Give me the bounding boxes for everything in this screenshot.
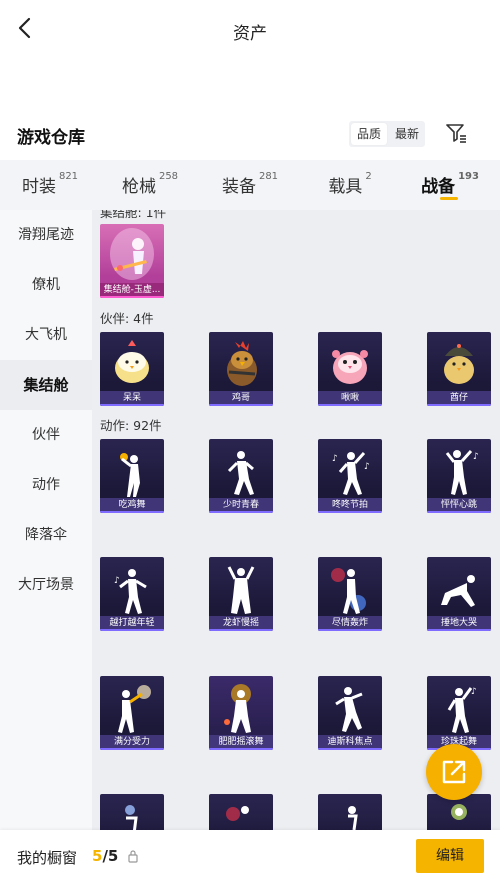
sidebar: 滑翔尾迹 僚机 大飞机 集结舱 伙伴 动作 降落伞 大厅场景: [0, 210, 92, 830]
dancer-icon: [348, 806, 358, 830]
dancer-icon: [125, 805, 138, 830]
section-label-partner: 伙伴: 4件: [100, 311, 154, 326]
item-card-emote[interactable]: ♪ ♪ 咚咚节拍: [318, 439, 382, 513]
item-card-emote[interactable]: ♪ 珍珠起舞: [427, 676, 491, 750]
showcase-label: 我的橱窗: [17, 849, 78, 867]
active-tab-indicator: [440, 197, 458, 200]
item-grid: 集结舱: 1件 集结舱-玉虚... 伙伴: 4件 呆呆 鸡哥 啾啾 酋仔 动作:…: [92, 210, 500, 830]
section-label-emote: 动作: 92件: [100, 418, 162, 433]
item-card-emote[interactable]: 尽情轰炸: [318, 557, 382, 631]
item-card-partner[interactable]: 呆呆: [100, 332, 164, 406]
tab-equipment[interactable]: 装备281: [200, 160, 300, 210]
sidebar-item-partner[interactable]: 伙伴: [0, 410, 92, 460]
warehouse-title: 游戏仓库: [17, 128, 85, 148]
sidebar-item-emote[interactable]: 动作: [0, 460, 92, 510]
sidebar-item-glide-trail[interactable]: 滑翔尾迹: [0, 210, 92, 260]
filter-icon[interactable]: [444, 121, 468, 145]
item-card-emote[interactable]: 肥肥摇滚舞: [209, 676, 273, 750]
lock-icon: [128, 850, 138, 863]
item-card-pod[interactable]: 集结舱-玉虚...: [100, 224, 164, 298]
svg-text:♪: ♪: [473, 452, 479, 462]
item-card-emote[interactable]: 迪斯科焦点: [318, 676, 382, 750]
svg-text:♪: ♪: [332, 454, 338, 464]
item-card-emote[interactable]: ♪ 越打越年轻: [100, 557, 164, 631]
item-card-emote[interactable]: [209, 794, 273, 830]
sidebar-item-big-plane[interactable]: 大飞机: [0, 310, 92, 360]
bottom-bar: 我的橱窗 5/5 编辑: [0, 830, 500, 885]
item-card-emote[interactable]: ♪ 怦怦心跳: [427, 439, 491, 513]
tab-battle-gear[interactable]: 战备193: [400, 160, 500, 210]
tab-fashion[interactable]: 时装821: [0, 160, 100, 210]
showcase-count: 5/5: [92, 847, 119, 865]
item-card-partner[interactable]: 酋仔: [427, 332, 491, 406]
share-icon: [442, 760, 466, 784]
warehouse-header: 游戏仓库 品质 最新: [0, 115, 500, 155]
svg-text:♪: ♪: [114, 576, 120, 586]
item-card-partner[interactable]: 鸡哥: [209, 332, 273, 406]
sidebar-item-assembly-pod[interactable]: 集结舱: [0, 360, 92, 410]
page-title: 资产: [233, 24, 267, 44]
sidebar-item-wingman[interactable]: 僚机: [0, 260, 92, 310]
tab-vehicles[interactable]: 载具2: [300, 160, 400, 210]
svg-text:♪: ♪: [471, 687, 477, 697]
dancer-icon: [226, 806, 249, 821]
svg-text:♪: ♪: [364, 462, 370, 472]
item-card-emote[interactable]: [318, 794, 382, 830]
share-button[interactable]: [426, 744, 482, 800]
item-card-emote[interactable]: 吃鸡舞: [100, 439, 164, 513]
sort-latest-option[interactable]: 最新: [389, 121, 425, 147]
sort-toggle: 品质 最新: [349, 121, 425, 147]
sidebar-item-parachute[interactable]: 降落伞: [0, 510, 92, 560]
top-bar: 资产: [0, 0, 500, 60]
sidebar-item-lobby-scene[interactable]: 大厅场景: [0, 560, 92, 610]
item-card-emote[interactable]: 少时青春: [209, 439, 273, 513]
item-card-partner[interactable]: 啾啾: [318, 332, 382, 406]
item-card-emote[interactable]: 捶地大哭: [427, 557, 491, 631]
category-tabs: 时装821 枪械258 装备281 载具2 战备193: [0, 160, 500, 210]
sort-quality-option[interactable]: 品质: [351, 123, 387, 145]
section-label-pod: 集结舱: 1件: [100, 210, 167, 220]
tab-guns[interactable]: 枪械258: [100, 160, 200, 210]
item-card-emote[interactable]: 满分受力: [100, 676, 164, 750]
item-card-emote[interactable]: [100, 794, 164, 830]
edit-button[interactable]: 编辑: [416, 839, 484, 873]
item-card-emote[interactable]: 龙虾慢摇: [209, 557, 273, 631]
